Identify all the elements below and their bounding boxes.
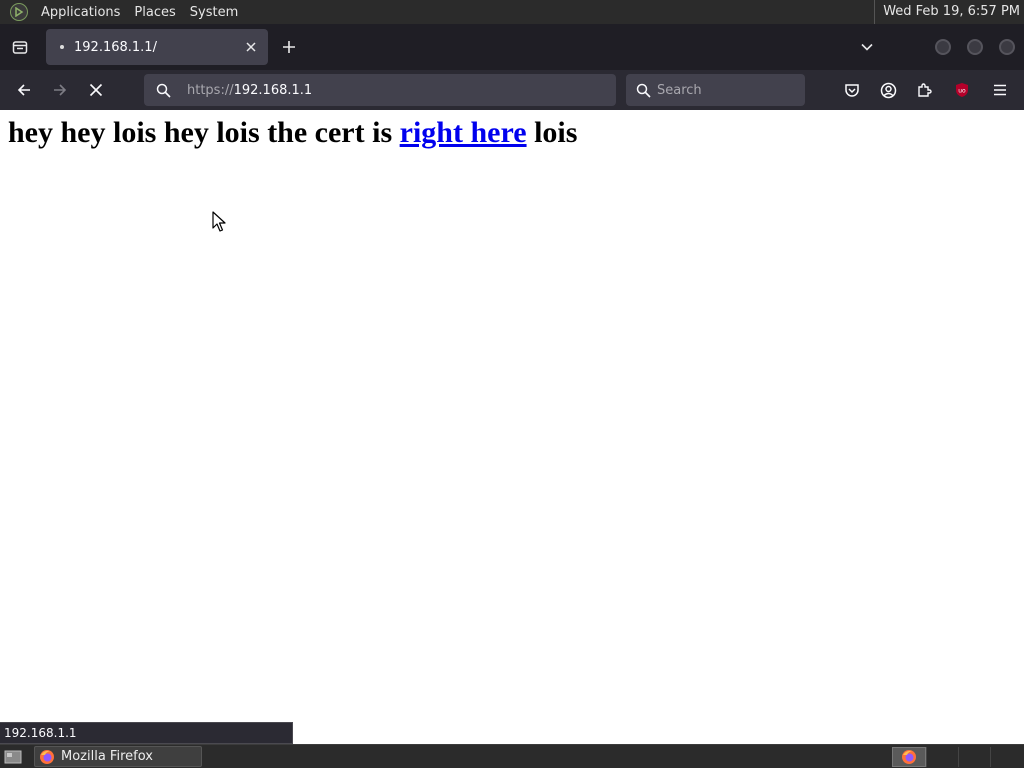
search-input[interactable]: Search bbox=[626, 74, 805, 106]
url-host: 192.168.1.1 bbox=[233, 82, 313, 98]
stop-x-icon bbox=[89, 83, 103, 97]
hamburger-menu-icon bbox=[994, 84, 1006, 96]
navigation-toolbar: https://192.168.1.1 Search uo bbox=[0, 70, 1024, 110]
pocket-icon bbox=[845, 84, 859, 97]
app-menu-button[interactable] bbox=[985, 75, 1015, 105]
forward-button[interactable] bbox=[45, 75, 75, 105]
puzzle-icon bbox=[918, 83, 932, 97]
extensions-button[interactable] bbox=[909, 75, 939, 105]
workspace-4[interactable] bbox=[990, 747, 1022, 767]
page-heading: hey hey lois hey lois the cert is right … bbox=[8, 116, 577, 150]
firefox-view-button[interactable] bbox=[5, 32, 35, 62]
ublock-shield-icon: uo bbox=[956, 83, 968, 97]
bottom-taskbar: Mozilla Firefox bbox=[0, 744, 1024, 768]
workspace-1[interactable] bbox=[892, 747, 926, 767]
firefox-logo-icon bbox=[902, 750, 916, 764]
search-placeholder: Search bbox=[657, 82, 702, 98]
tab-close-button[interactable] bbox=[239, 35, 263, 59]
window-minimize-button[interactable] bbox=[935, 39, 951, 55]
url-bar[interactable]: https://192.168.1.1 bbox=[144, 74, 616, 106]
heading-text-after: lois bbox=[526, 116, 578, 149]
desktop-icon bbox=[4, 750, 22, 764]
account-button[interactable] bbox=[873, 75, 903, 105]
window-maximize-button[interactable] bbox=[967, 39, 983, 55]
workspace-3[interactable] bbox=[958, 747, 990, 767]
taskbar-window-title: Mozilla Firefox bbox=[61, 749, 153, 764]
tab-active[interactable]: 192.168.1.1/ bbox=[46, 29, 268, 65]
show-desktop-button[interactable] bbox=[2, 748, 24, 766]
link-status-text: 192.168.1.1 bbox=[0, 722, 293, 744]
url-scheme: https:// bbox=[187, 82, 234, 98]
stop-button[interactable] bbox=[81, 75, 111, 105]
top-panel: Applications Places System Wed Feb 19, 6… bbox=[0, 0, 1024, 24]
search-icon bbox=[156, 83, 171, 98]
panel-clock[interactable]: Wed Feb 19, 6:57 PM bbox=[874, 0, 1020, 24]
chevron-down-icon bbox=[861, 43, 873, 51]
account-icon bbox=[880, 82, 896, 98]
tab-loading-icon bbox=[60, 45, 64, 49]
page-content: hey hey lois hey lois the cert is right … bbox=[0, 110, 1024, 744]
workspace-2[interactable] bbox=[926, 747, 958, 767]
firefox-logo-icon bbox=[39, 749, 55, 765]
arrow-right-icon bbox=[54, 84, 67, 96]
window-close-button[interactable] bbox=[999, 39, 1015, 55]
menu-system[interactable]: System bbox=[183, 5, 245, 20]
close-icon bbox=[246, 42, 256, 52]
mouse-pointer-icon bbox=[212, 211, 226, 232]
pocket-button[interactable] bbox=[837, 75, 867, 105]
taskbar-item-firefox[interactable]: Mozilla Firefox bbox=[34, 746, 202, 767]
distro-logo-icon[interactable] bbox=[10, 3, 28, 21]
menu-applications[interactable]: Applications bbox=[34, 5, 127, 20]
tab-title: 192.168.1.1/ bbox=[74, 39, 157, 55]
firefox-view-icon bbox=[12, 41, 28, 54]
ublock-button[interactable]: uo bbox=[947, 75, 977, 105]
menu-places[interactable]: Places bbox=[127, 5, 182, 20]
plus-icon bbox=[283, 41, 295, 53]
cert-link[interactable]: right here bbox=[400, 116, 527, 149]
list-all-tabs-button[interactable] bbox=[852, 32, 882, 62]
new-tab-button[interactable] bbox=[274, 32, 304, 62]
back-button[interactable] bbox=[9, 75, 39, 105]
heading-text-before: hey hey lois hey lois the cert is bbox=[8, 116, 400, 149]
search-icon bbox=[636, 83, 651, 98]
svg-text:uo: uo bbox=[958, 88, 966, 95]
arrow-left-icon bbox=[17, 84, 30, 96]
tab-strip: 192.168.1.1/ bbox=[0, 24, 1024, 70]
